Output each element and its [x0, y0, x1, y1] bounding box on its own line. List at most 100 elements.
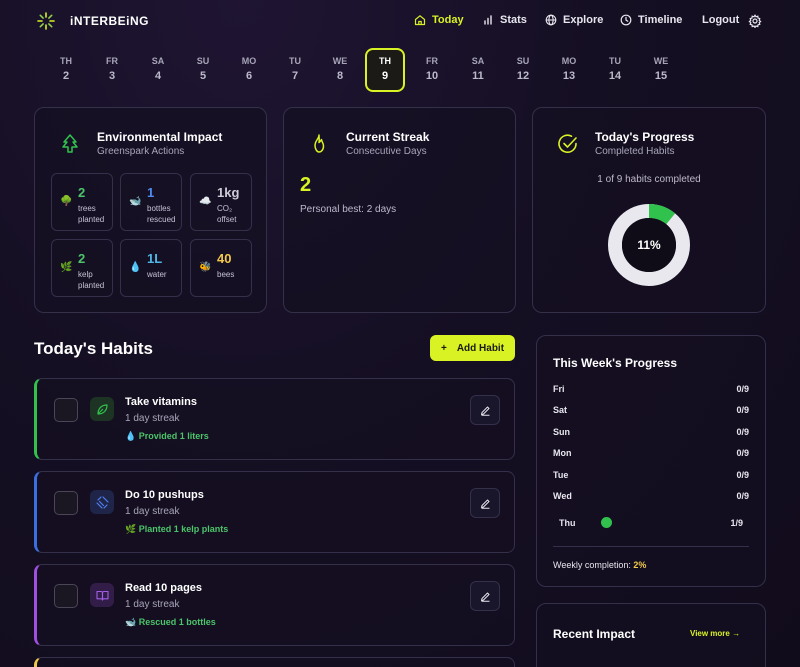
day-weekday: TH	[60, 56, 72, 66]
recent-impact-title: Recent Impact	[553, 627, 636, 641]
habit-name: Take vitamins	[125, 396, 197, 408]
nav-explore-label: Explore	[563, 14, 604, 26]
day-number: 13	[562, 70, 576, 82]
bar-chart-icon	[484, 15, 492, 25]
bottle-icon: 🐋	[129, 196, 142, 207]
edit-habit-button[interactable]	[470, 488, 500, 518]
book-icon	[90, 583, 114, 607]
day-item[interactable]: WE 8	[320, 52, 360, 92]
day-number: 12	[516, 70, 530, 82]
habit-checkbox[interactable]	[54, 398, 78, 422]
week-row: Wed 0/9	[553, 491, 749, 501]
day-item[interactable]: FR 3	[92, 52, 132, 92]
impact-label: CO₂ offset	[217, 204, 237, 224]
day-item[interactable]: FR 10	[412, 52, 452, 92]
day-item[interactable]: SU 12	[503, 52, 543, 92]
habit-card[interactable]: Take vitamins 1 day streak 💧 Provided 1 …	[34, 378, 515, 460]
day-number: 4	[154, 70, 162, 82]
habit-streak: 1 day streak	[125, 413, 180, 424]
week-value: 0/9	[736, 448, 749, 458]
day-item[interactable]: SU 5	[183, 52, 223, 92]
home-icon	[414, 15, 426, 26]
recent-impact-card: Recent Impact View more →	[536, 603, 766, 667]
day-number: 7	[291, 70, 299, 82]
day-item[interactable]: TH 2	[46, 52, 86, 92]
week-row: Fri 0/9	[553, 384, 749, 394]
week-day: Wed	[553, 491, 572, 501]
day-item[interactable]: TU 14	[595, 52, 635, 92]
plus-icon: +	[440, 342, 447, 354]
habit-card[interactable]: Do 10 pushups 1 day streak 🌿 Planted 1 k…	[34, 471, 515, 553]
brand-name[interactable]: iNTERBEiNG	[70, 14, 149, 28]
day-weekday: TU	[289, 56, 301, 66]
impact-tile-bottles: 🐋 1 bottles rescued	[120, 173, 182, 231]
day-item[interactable]: WE 15	[641, 52, 681, 92]
impact-tile-bees: 🐝 40 bees	[190, 239, 252, 297]
nav-stats[interactable]: Stats	[482, 14, 527, 26]
day-number: 3	[108, 70, 116, 82]
day-number: 2	[62, 70, 70, 82]
day-weekday: MO	[241, 56, 257, 66]
week-day: Thu	[559, 518, 576, 528]
habit-checkbox[interactable]	[54, 491, 78, 515]
habit-streak: 1 day streak	[125, 506, 180, 517]
gear-icon[interactable]	[748, 14, 762, 28]
nav-stats-label: Stats	[500, 14, 527, 26]
leaf-icon	[90, 397, 114, 421]
top-nav-bar: iNTERBEiNG Today Stats Explore Timeline …	[0, 0, 800, 44]
week-row: Mon 0/9	[553, 448, 749, 458]
habit-impact: 🌿 Planted 1 kelp plants	[125, 524, 229, 534]
day-number: 11	[472, 70, 484, 82]
week-value: 0/9	[736, 491, 749, 501]
day-weekday: MO	[561, 56, 577, 66]
impact-value: 40	[217, 251, 232, 266]
day-weekday: SA	[471, 56, 485, 66]
impact-label: kelp planted	[78, 270, 105, 290]
day-item[interactable]: TU 7	[275, 52, 315, 92]
impact-label: bottles rescued	[147, 204, 176, 224]
edit-habit-button[interactable]	[470, 395, 500, 425]
day-weekday: SA	[151, 56, 165, 66]
day-item[interactable]: MO 13	[549, 52, 589, 92]
day-item[interactable]: SA 4	[138, 52, 178, 92]
add-habit-button[interactable]: + Add Habit	[430, 335, 515, 361]
habit-impact: 🐋 Rescued 1 bottles	[125, 617, 216, 627]
nav-timeline[interactable]: Timeline	[620, 14, 682, 26]
view-more-link[interactable]: View more →	[690, 629, 740, 638]
impact-label: bees	[217, 270, 235, 279]
habit-card[interactable]: Read 10 pages 1 day streak 🐋 Rescued 1 b…	[34, 564, 515, 646]
nav-explore[interactable]: Explore	[545, 14, 603, 26]
habit-checkbox[interactable]	[54, 584, 78, 608]
week-value: 1/9	[730, 518, 743, 528]
impact-label: trees planted	[78, 204, 105, 224]
logout-link[interactable]: Logout	[702, 14, 739, 26]
week-row: Tue 0/9	[553, 470, 749, 480]
nav-timeline-label: Timeline	[638, 14, 683, 26]
todays-progress-subtitle: Completed Habits	[595, 146, 675, 157]
nav-today[interactable]: Today	[414, 14, 464, 26]
impact-value: 1L	[147, 251, 163, 266]
edit-habit-button[interactable]	[470, 581, 500, 611]
day-item[interactable]: MO 6	[229, 52, 269, 92]
todays-progress-title: Today's Progress	[595, 130, 695, 144]
current-streak-card: Current Streak Consecutive Days 2 Person…	[283, 107, 516, 313]
weekly-progress-card: This Week's Progress Fri 0/9 Sat 0/9 Sun 0/…	[536, 335, 766, 587]
day-item-selected[interactable]: TH 9	[365, 48, 405, 92]
logo-icon[interactable]	[36, 11, 56, 31]
week-row-current: Thu 1/9	[559, 517, 749, 528]
impact-label: water	[147, 270, 167, 279]
environmental-impact-card: Environmental Impact Greenspark Actions …	[34, 107, 267, 313]
day-weekday: SU	[516, 56, 530, 66]
divider	[553, 546, 749, 547]
habits-section-title: Today's Habits	[34, 339, 153, 358]
habit-card-partial[interactable]	[34, 657, 515, 667]
day-weekday: WE	[332, 56, 348, 66]
day-item[interactable]: SA 11	[458, 52, 498, 92]
pencil-icon	[480, 499, 489, 509]
day-number: 9	[381, 70, 389, 82]
habit-streak: 1 day streak	[125, 599, 180, 610]
progress-percent: 11%	[637, 238, 661, 252]
week-value: 0/9	[736, 405, 749, 415]
day-number: 6	[245, 70, 253, 82]
todays-progress-card: Today's Progress Completed Habits 1 of 9…	[532, 107, 766, 313]
